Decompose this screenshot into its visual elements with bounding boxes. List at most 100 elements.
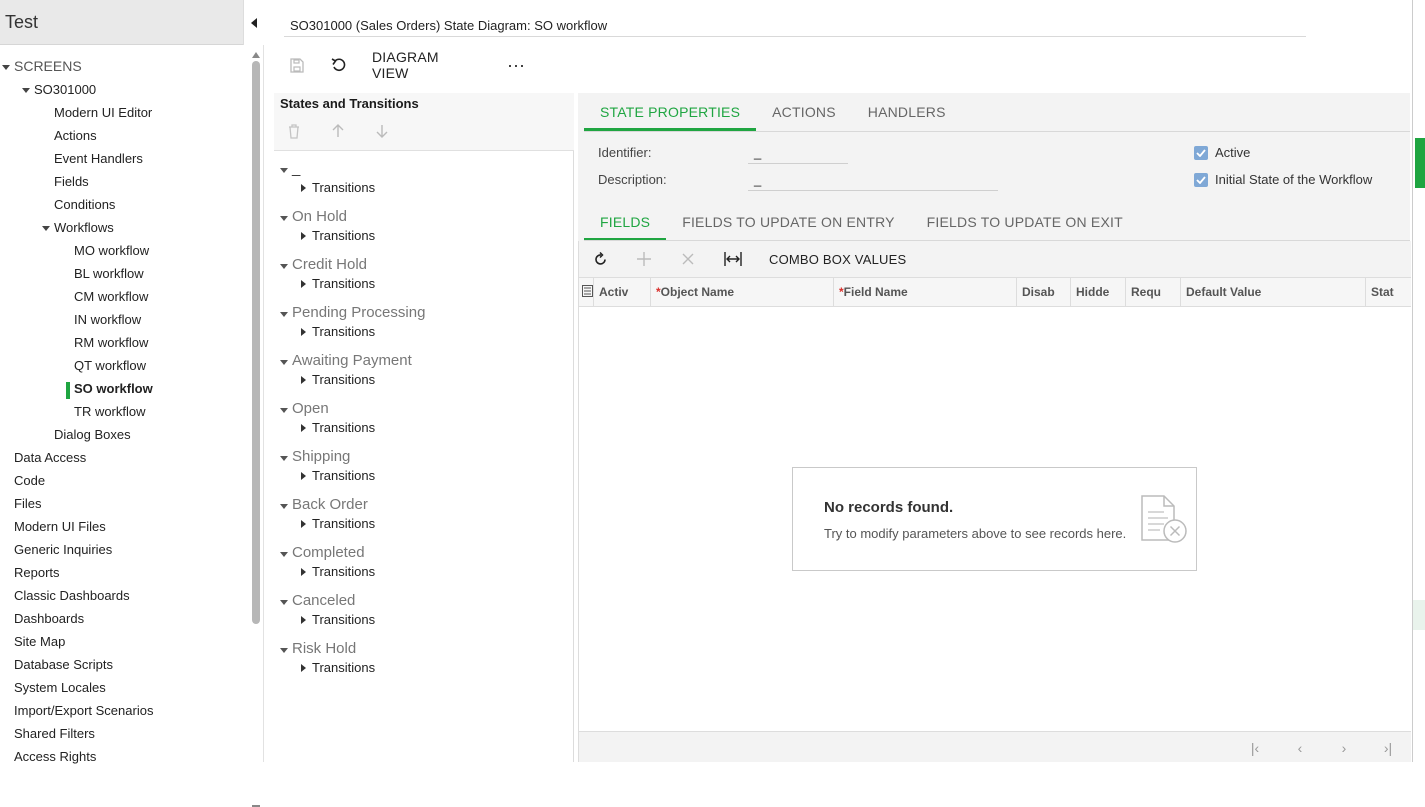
nav-item-dialog-boxes[interactable]: Dialog Boxes — [54, 423, 131, 446]
expand-caret-icon[interactable] — [280, 456, 288, 461]
expand-caret-icon[interactable] — [280, 216, 288, 221]
expand-caret-icon[interactable] — [280, 408, 288, 413]
tab-actions[interactable]: ACTIONS — [756, 93, 852, 131]
state-item[interactable]: On Hold — [280, 206, 347, 228]
collapsed-caret-icon[interactable] — [301, 280, 306, 288]
nav-item-site-map[interactable]: Site Map — [14, 630, 65, 653]
nav-item-dashboards[interactable]: Dashboards — [14, 607, 84, 630]
collapsed-caret-icon[interactable] — [301, 616, 306, 624]
nav-item-modern-ui-files[interactable]: Modern UI Files — [14, 515, 106, 538]
expand-caret-icon[interactable] — [22, 88, 30, 93]
delete-row-button[interactable] — [682, 249, 694, 269]
scrollbar-thumb[interactable] — [252, 61, 260, 624]
collapsed-caret-icon[interactable] — [301, 568, 306, 576]
collapsed-caret-icon[interactable] — [301, 472, 306, 480]
nav-item-access-rights[interactable]: Access Rights — [14, 745, 96, 768]
collapsed-caret-icon[interactable] — [301, 232, 306, 240]
state-item[interactable]: Risk Hold — [280, 638, 356, 660]
collapse-panel-button[interactable] — [243, 0, 264, 45]
state-item[interactable]: Open — [280, 398, 329, 420]
last-page-icon[interactable]: ›| — [1380, 740, 1396, 756]
transitions-item[interactable]: Transitions — [301, 274, 375, 294]
nav-item-database-scripts[interactable]: Database Scripts — [14, 653, 113, 676]
state-item[interactable]: Pending Processing — [280, 302, 425, 324]
transitions-item[interactable]: Transitions — [301, 370, 375, 390]
nav-item-fields[interactable]: Fields — [54, 170, 89, 193]
nav-item-mo-workflow[interactable]: MO workflow — [74, 239, 149, 262]
nav-item-workflows[interactable]: Workflows — [42, 216, 114, 239]
nav-item-tr-workflow[interactable]: TR workflow — [74, 400, 146, 423]
transitions-item[interactable]: Transitions — [301, 562, 375, 582]
nav-item-bl-workflow[interactable]: BL workflow — [74, 262, 144, 285]
expand-caret-icon[interactable] — [2, 65, 10, 70]
nav-item-modern-ui-editor[interactable]: Modern UI Editor — [54, 101, 152, 124]
column-chooser-icon[interactable] — [582, 285, 593, 300]
identifier-field[interactable]: _ — [748, 146, 848, 164]
move-up-icon[interactable] — [332, 124, 344, 138]
description-field[interactable]: _ — [748, 173, 998, 191]
collapsed-caret-icon[interactable] — [301, 664, 306, 672]
column-header-field-name[interactable]: *Field Name — [833, 278, 1016, 306]
collapsed-caret-icon[interactable] — [301, 328, 306, 336]
state-item[interactable]: _ — [280, 158, 300, 180]
nav-item-files[interactable]: Files — [14, 492, 41, 515]
transitions-item[interactable]: Transitions — [301, 178, 375, 198]
first-page-icon[interactable]: |‹ — [1247, 740, 1263, 756]
state-item[interactable]: Credit Hold — [280, 254, 367, 276]
expand-caret-icon[interactable] — [42, 226, 50, 231]
expand-caret-icon[interactable] — [280, 264, 288, 269]
state-item[interactable]: Canceled — [280, 590, 355, 612]
state-item[interactable]: Awaiting Payment — [280, 350, 412, 372]
nav-item-cm-workflow[interactable]: CM workflow — [74, 285, 148, 308]
nav-scrollbar[interactable] — [250, 47, 264, 807]
expand-caret-icon[interactable] — [280, 600, 288, 605]
nav-item-so-workflow[interactable]: SO workflow — [74, 377, 153, 400]
column-header-hidde[interactable]: Hidde — [1070, 278, 1125, 306]
collapsed-caret-icon[interactable] — [301, 376, 306, 384]
nav-item-in-workflow[interactable]: IN workflow — [74, 308, 141, 331]
delete-icon[interactable] — [288, 124, 300, 139]
column-header-requ[interactable]: Requ — [1125, 278, 1180, 306]
expand-caret-icon[interactable] — [280, 168, 288, 173]
nav-item-code[interactable]: Code — [14, 469, 45, 492]
column-header-default-value[interactable]: Default Value — [1180, 278, 1365, 306]
transitions-item[interactable]: Transitions — [301, 322, 375, 342]
subtab-fields-to-update-on-entry[interactable]: FIELDS TO UPDATE ON ENTRY — [666, 203, 910, 241]
move-down-icon[interactable] — [376, 124, 388, 138]
tab-state-properties[interactable]: STATE PROPERTIES — [584, 93, 757, 131]
fit-columns-button[interactable] — [724, 249, 742, 269]
more-actions-button[interactable]: ··· — [506, 50, 526, 80]
combo-box-values-button[interactable]: COMBO BOX VALUES — [769, 249, 906, 269]
nav-item-classic-dashboards[interactable]: Classic Dashboards — [14, 584, 130, 607]
expand-caret-icon[interactable] — [280, 504, 288, 509]
column-header-disab[interactable]: Disab — [1016, 278, 1070, 306]
nav-item-reports[interactable]: Reports — [14, 561, 60, 584]
state-item[interactable]: Completed — [280, 542, 365, 564]
nav-item-event-handlers[interactable]: Event Handlers — [54, 147, 143, 170]
transitions-item[interactable]: Transitions — [301, 658, 375, 678]
column-header-object-name[interactable]: *Object Name — [650, 278, 833, 306]
nav-item-import-export-scenarios[interactable]: Import/Export Scenarios — [14, 699, 153, 722]
undo-button[interactable] — [328, 50, 350, 80]
save-button[interactable] — [286, 50, 308, 80]
column-header-activ[interactable]: Activ — [593, 278, 650, 306]
transitions-item[interactable]: Transitions — [301, 418, 375, 438]
nav-item-rm-workflow[interactable]: RM workflow — [74, 331, 148, 354]
nav-item-so301000[interactable]: SO301000 — [22, 78, 96, 101]
nav-item-conditions[interactable]: Conditions — [54, 193, 115, 216]
add-row-button[interactable] — [637, 249, 651, 269]
subtab-fields[interactable]: FIELDS — [584, 203, 667, 241]
collapsed-caret-icon[interactable] — [301, 424, 306, 432]
nav-item-system-locales[interactable]: System Locales — [14, 676, 106, 699]
nav-item-shared-filters[interactable]: Shared Filters — [14, 722, 95, 745]
transitions-item[interactable]: Transitions — [301, 514, 375, 534]
nav-item-data-access[interactable]: Data Access — [14, 446, 86, 469]
transitions-item[interactable]: Transitions — [301, 610, 375, 630]
nav-item-qt-workflow[interactable]: QT workflow — [74, 354, 146, 377]
active-checkbox[interactable] — [1194, 146, 1208, 160]
state-item[interactable]: Shipping — [280, 446, 350, 468]
diagram-view-button[interactable]: DIAGRAM VIEW — [372, 49, 439, 81]
nav-item-screens[interactable]: SCREENS — [2, 55, 82, 78]
tab-handlers[interactable]: HANDLERS — [852, 93, 962, 131]
expand-caret-icon[interactable] — [280, 552, 288, 557]
